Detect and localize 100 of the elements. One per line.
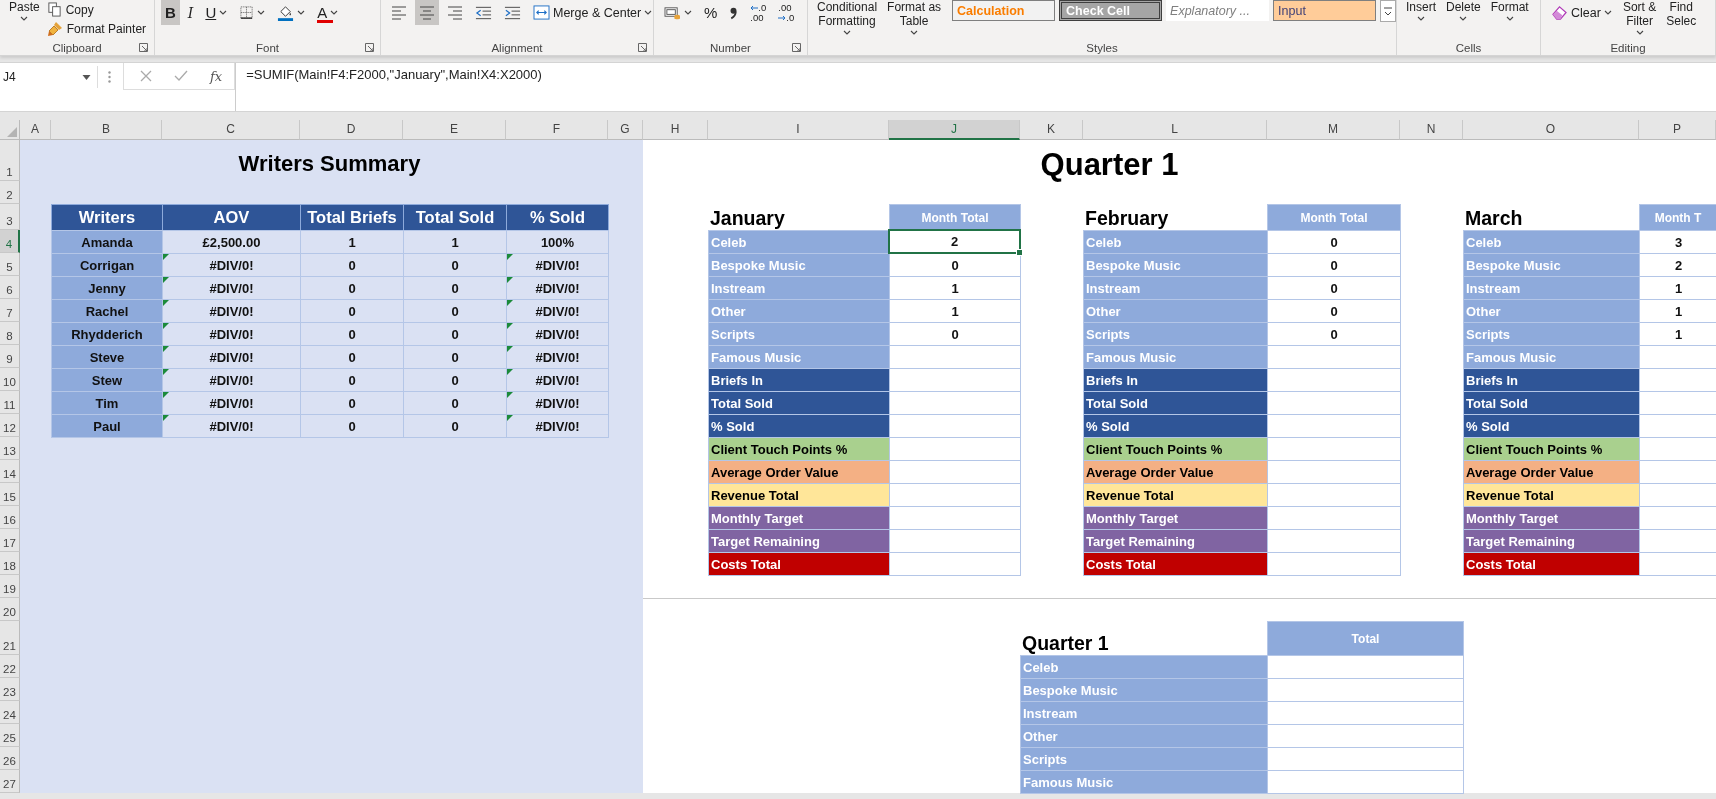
column-header[interactable]: P — [1639, 120, 1716, 140]
column-header[interactable]: A — [20, 120, 51, 140]
toolbar-button[interactable]: A — [313, 0, 343, 25]
column-header[interactable]: G — [608, 120, 643, 140]
ribbon-group-label: Alignment — [491, 41, 543, 54]
enter-check-icon[interactable] — [174, 70, 188, 82]
dialog-launcher-icon[interactable] — [792, 43, 801, 52]
row-header[interactable]: 13 — [0, 437, 20, 460]
toolbar-button[interactable]: % — [700, 0, 722, 25]
toolbar-button[interactable]: .0 .00 — [746, 0, 771, 25]
row-header[interactable]: 22 — [0, 655, 20, 678]
ribbon-button[interactable]: Paste — [6, 0, 43, 21]
row-header[interactable]: 12 — [0, 414, 20, 437]
ribbon-button[interactable]: Conditional Formatting — [814, 0, 881, 35]
row-header[interactable]: 26 — [0, 747, 20, 770]
row-header[interactable]: 1 — [0, 140, 20, 181]
row-header[interactable]: 8 — [0, 322, 20, 345]
row-header[interactable]: 20 — [0, 598, 20, 621]
toolbar-button[interactable]: .00 .0 — [774, 0, 799, 25]
ribbon-button[interactable]: Format as Table — [884, 0, 945, 35]
column-header[interactable]: C — [162, 120, 300, 140]
select-all-icon[interactable] — [7, 127, 17, 137]
cancel-icon[interactable] — [140, 70, 152, 82]
cell-style-option[interactable]: Input — [1273, 0, 1377, 21]
name-box[interactable]: J4 — [0, 66, 98, 88]
table-cell: Rhydderich — [51, 322, 163, 346]
row-header[interactable]: 19 — [0, 575, 20, 598]
table-cell[interactable] — [1267, 552, 1401, 576]
ribbon-button[interactable]: Insert — [1403, 0, 1439, 21]
toolbar-button[interactable]: Merge & Center — [529, 0, 657, 25]
column-header[interactable]: J — [889, 120, 1020, 140]
row-label: Average Order Value — [708, 460, 890, 484]
caret-icon — [297, 10, 306, 15]
column-header[interactable]: F — [506, 120, 608, 140]
ribbon-button[interactable]: Format — [1487, 0, 1532, 21]
ribbon-button[interactable]: Format Painter — [46, 19, 147, 38]
table-cell: 100% — [506, 230, 609, 254]
column-header[interactable]: N — [1400, 120, 1463, 140]
row-label: Average Order Value — [1083, 460, 1268, 484]
ribbon-button[interactable]: Copy — [46, 0, 147, 19]
row-header[interactable]: 2 — [0, 181, 20, 204]
formula-field[interactable]: =SUMIF(Main!F4:F2000,"January",Main!X4:X2000) — [235, 63, 1716, 111]
row-header[interactable]: 14 — [0, 460, 20, 483]
row-label: Target Remaining — [708, 529, 890, 553]
arrow-right-icon — [778, 14, 787, 21]
toolbar-button[interactable]: Clear — [1547, 0, 1616, 25]
text-align-icon — [419, 5, 435, 20]
cell-style-option[interactable]: Explanatory ... — [1166, 0, 1270, 21]
column-header[interactable]: L — [1083, 120, 1267, 140]
toolbar-button[interactable]: U — [201, 0, 232, 25]
column-header[interactable]: E — [403, 120, 506, 140]
column-header[interactable]: D — [300, 120, 403, 140]
gallery-more-icon[interactable] — [1380, 0, 1397, 22]
row-header[interactable]: 23 — [0, 678, 20, 701]
column-header[interactable]: B — [51, 120, 162, 140]
column-header[interactable]: O — [1463, 120, 1639, 140]
dialog-launcher-icon[interactable] — [638, 43, 647, 52]
table-cell[interactable]: 2 — [888, 229, 1021, 254]
table-cell[interactable] — [1267, 770, 1464, 794]
row-header[interactable]: 5 — [0, 253, 20, 276]
row-header[interactable]: 6 — [0, 276, 20, 299]
error-indicator-icon — [507, 300, 513, 306]
column-header[interactable]: K — [1020, 120, 1083, 140]
fill-handle[interactable] — [1016, 249, 1023, 256]
toolbar-button[interactable]: I — [183, 0, 198, 25]
indent-icon — [475, 5, 492, 20]
dialog-launcher-icon[interactable] — [139, 43, 148, 52]
toolbar-button[interactable]: B — [161, 0, 180, 25]
table-cell: Jenny — [51, 276, 163, 300]
row-header[interactable]: 7 — [0, 299, 20, 322]
row-header[interactable]: 25 — [0, 724, 20, 747]
column-header[interactable]: H — [643, 120, 708, 140]
drag-handle-icon[interactable] — [108, 71, 111, 83]
row-header[interactable]: 3 — [0, 204, 20, 230]
error-indicator-icon — [507, 254, 513, 260]
row-header[interactable]: 27 — [0, 770, 20, 793]
column-heading: Month T — [1639, 204, 1716, 231]
table-cell: #DIV/0! — [506, 322, 609, 346]
column-header[interactable]: M — [1267, 120, 1400, 140]
row-header[interactable]: 15 — [0, 483, 20, 506]
ribbon-button[interactable]: Delete — [1443, 0, 1484, 21]
row-header[interactable]: 9 — [0, 345, 20, 368]
text-align-icon — [391, 5, 407, 20]
ribbon-button[interactable]: Sort & Filter — [1619, 0, 1660, 35]
row-header[interactable]: 18 — [0, 552, 20, 575]
caret-icon — [1603, 10, 1612, 15]
row-header[interactable]: 21 — [0, 621, 20, 655]
table-cell[interactable] — [889, 552, 1021, 576]
row-header[interactable]: 4 — [0, 230, 20, 253]
row-label: Celeb — [708, 230, 890, 254]
row-header[interactable]: 24 — [0, 701, 20, 724]
column-header[interactable]: I — [708, 120, 889, 140]
row-header[interactable]: 11 — [0, 391, 20, 414]
row-label: Instream — [1020, 701, 1268, 725]
dialog-launcher-icon[interactable] — [365, 43, 374, 52]
row-header[interactable]: 10 — [0, 368, 20, 391]
ribbon-button[interactable]: Find Selec — [1663, 0, 1700, 28]
row-header[interactable]: 16 — [0, 506, 20, 529]
insert-function-button[interactable]: fx — [210, 68, 223, 84]
row-header[interactable]: 17 — [0, 529, 20, 552]
